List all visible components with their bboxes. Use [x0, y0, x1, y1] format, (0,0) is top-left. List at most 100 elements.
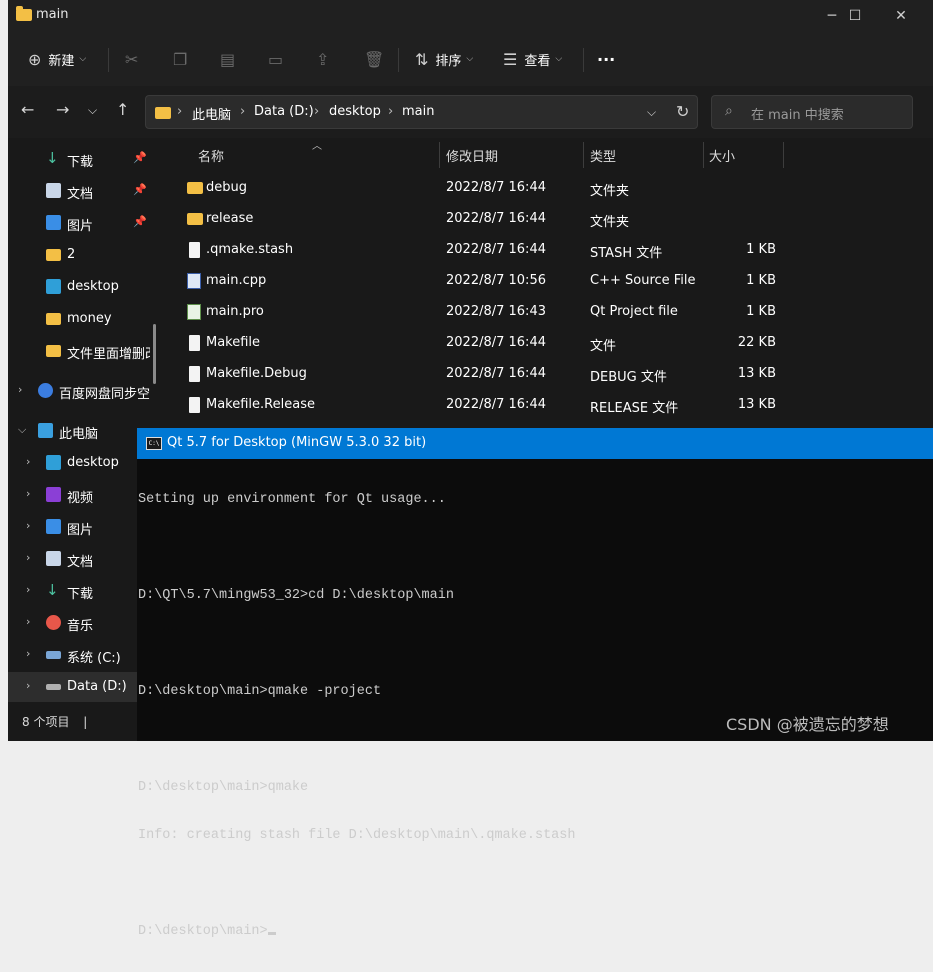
- column-divider[interactable]: [703, 142, 704, 168]
- chevron-right-icon[interactable]: ›: [26, 615, 30, 628]
- chevron-down-icon: ⌵: [466, 54, 474, 64]
- qt-project-file-icon: [187, 304, 201, 320]
- search-placeholder: 在 main 中搜索: [751, 108, 844, 123]
- chevron-right-icon[interactable]: ›: [26, 551, 30, 564]
- close-button[interactable]: ✕: [878, 0, 924, 32]
- download-icon: ↓: [46, 581, 59, 599]
- file-row[interactable]: Makefile.Release 2022/8/7 16:44 RELEASE …: [178, 389, 798, 420]
- sidebar-item-documents[interactable]: 文档 📌: [8, 176, 158, 206]
- column-header-date[interactable]: 修改日期: [446, 146, 498, 165]
- watermark: CSDN @被遗忘的梦想: [726, 715, 889, 734]
- pin-icon[interactable]: 📌: [133, 151, 147, 164]
- sidebar-item-desktop[interactable]: desktop: [8, 272, 158, 302]
- sort-button[interactable]: ⇅ 排序 ⌵: [415, 44, 473, 74]
- new-button[interactable]: ⊕ 新建 ⌵: [28, 44, 86, 74]
- view-button[interactable]: ☰ 查看 ⌵: [503, 44, 562, 74]
- delete-icon[interactable]: 🗑: [364, 44, 384, 74]
- breadcrumb-separator: ›: [388, 104, 394, 119]
- console-title-bar[interactable]: C:\ Qt 5.7 for Desktop (MinGW 5.3.0 32 b…: [137, 428, 933, 459]
- up-arrow-icon[interactable]: ↑: [116, 100, 129, 119]
- chevron-right-icon[interactable]: ›: [26, 519, 30, 532]
- console-prompt-line[interactable]: D:\desktop\main>: [138, 924, 575, 940]
- file-row[interactable]: debug 2022/8/7 16:44 文件夹: [178, 172, 798, 203]
- chevron-down-icon[interactable]: ⌵: [18, 423, 26, 437]
- column-divider[interactable]: [783, 142, 784, 168]
- pin-icon[interactable]: 📌: [133, 215, 147, 228]
- recent-locations-chevron-icon[interactable]: ⌵: [88, 103, 97, 118]
- forward-arrow-icon[interactable]: →: [56, 100, 69, 119]
- cut-icon[interactable]: ✂: [125, 44, 138, 74]
- maximize-button[interactable]: ☐: [832, 0, 878, 32]
- chevron-right-icon[interactable]: ›: [26, 647, 30, 660]
- sidebar-item-music[interactable]: › 音乐: [8, 608, 158, 638]
- breadcrumb-desktop[interactable]: desktop: [329, 104, 381, 119]
- sidebar-item-drive-c[interactable]: › 系统 (C:): [8, 640, 158, 670]
- breadcrumb-data-drive[interactable]: Data (D:): [254, 104, 314, 119]
- column-divider[interactable]: [439, 142, 440, 168]
- sidebar-item-pictures[interactable]: 图片 📌: [8, 208, 158, 238]
- file-row[interactable]: main.cpp 2022/8/7 10:56 C++ Source File …: [178, 265, 798, 296]
- breadcrumb-this-pc[interactable]: 此电脑: [192, 104, 231, 123]
- sidebar-item-2[interactable]: 2: [8, 240, 158, 270]
- console-window[interactable]: C:\ Qt 5.7 for Desktop (MinGW 5.3.0 32 b…: [137, 428, 933, 939]
- chevron-right-icon[interactable]: ›: [26, 583, 30, 596]
- sidebar-item-drive-d[interactable]: › Data (D:): [8, 672, 158, 702]
- sidebar-item-pc-desktop[interactable]: › desktop: [8, 448, 158, 478]
- sidebar-item-this-pc[interactable]: ⌵ 此电脑: [8, 416, 158, 446]
- sidebar-item-label: Data (D:): [67, 679, 127, 694]
- sidebar-item-pc-downloads[interactable]: › ↓ 下载: [8, 576, 158, 606]
- breadcrumb-main[interactable]: main: [402, 104, 434, 119]
- sidebar-item-label: 此电脑: [59, 427, 99, 442]
- file-name: debug: [206, 180, 247, 195]
- copy-icon[interactable]: ❐: [173, 44, 187, 74]
- column-header-size[interactable]: 大小: [709, 146, 735, 165]
- console-title: Qt 5.7 for Desktop (MinGW 5.3.0 32 bit): [167, 435, 427, 450]
- sidebar-item-label: desktop: [67, 455, 119, 470]
- chevron-right-icon[interactable]: ›: [26, 487, 30, 500]
- chevron-right-icon[interactable]: ›: [18, 383, 22, 396]
- sidebar-item-label: 文档: [67, 187, 94, 202]
- column-header-type[interactable]: 类型: [590, 146, 616, 165]
- back-arrow-icon[interactable]: ←: [21, 100, 34, 119]
- chevron-right-icon[interactable]: ›: [26, 679, 30, 692]
- chevron-right-icon[interactable]: ›: [26, 455, 30, 468]
- share-icon[interactable]: ⇪: [316, 44, 329, 74]
- chevron-down-icon: ⌵: [555, 54, 563, 64]
- file-row[interactable]: release 2022/8/7 16:44 文件夹: [178, 203, 798, 234]
- console-output[interactable]: Setting up environment for Qt usage... D…: [138, 460, 575, 972]
- title-bar: main ─ ☐ ✕: [8, 0, 933, 32]
- address-history-chevron-icon[interactable]: ⌵: [647, 105, 656, 120]
- column-header-name[interactable]: 名称: [198, 146, 224, 165]
- rename-icon[interactable]: ▭: [268, 44, 283, 74]
- sidebar-item-money[interactable]: money: [8, 304, 158, 334]
- file-date: 2022/8/7 16:44: [446, 180, 546, 195]
- file-icon: [189, 335, 200, 351]
- sidebar-item-downloads[interactable]: ↓ 下载 📌: [8, 144, 158, 174]
- sidebar-item-baidu-sync[interactable]: › 百度网盘同步空间: [8, 376, 150, 406]
- address-bar[interactable]: › 此电脑 › Data (D:) › desktop › main ⌵ ↻: [145, 95, 698, 129]
- paste-icon[interactable]: ▤: [220, 44, 235, 74]
- status-bar: 8 个项目 |: [22, 713, 87, 730]
- file-row[interactable]: .qmake.stash 2022/8/7 16:44 STASH 文件 1 K…: [178, 234, 798, 265]
- file-row[interactable]: Makefile 2022/8/7 16:44 文件 22 KB: [178, 327, 798, 358]
- file-date: 2022/8/7 16:44: [446, 397, 546, 412]
- view-label: 查看: [524, 53, 551, 69]
- more-options-button[interactable]: ···: [597, 44, 615, 74]
- file-row[interactable]: main.pro 2022/8/7 16:43 Qt Project file …: [178, 296, 798, 327]
- breadcrumb-separator: ›: [177, 104, 183, 119]
- column-divider[interactable]: [583, 142, 584, 168]
- sidebar-item-videos[interactable]: › 视频: [8, 480, 158, 510]
- file-date: 2022/8/7 16:44: [446, 366, 546, 381]
- sidebar-item-label: 百度网盘同步空间: [59, 387, 150, 402]
- sidebar-scrollbar[interactable]: [153, 324, 156, 384]
- sidebar-item-crud-folder[interactable]: 文件里面增删改: [8, 336, 150, 366]
- sidebar-item-pc-pictures[interactable]: › 图片: [8, 512, 158, 542]
- view-icon: ☰: [503, 49, 518, 69]
- file-row[interactable]: Makefile.Debug 2022/8/7 16:44 DEBUG 文件 1…: [178, 358, 798, 389]
- folder-icon: [187, 182, 203, 194]
- refresh-icon[interactable]: ↻: [676, 102, 689, 121]
- pin-icon[interactable]: 📌: [133, 183, 147, 196]
- search-box[interactable]: ⌕ 在 main 中搜索: [711, 95, 913, 129]
- sidebar-item-pc-documents[interactable]: › 文档: [8, 544, 158, 574]
